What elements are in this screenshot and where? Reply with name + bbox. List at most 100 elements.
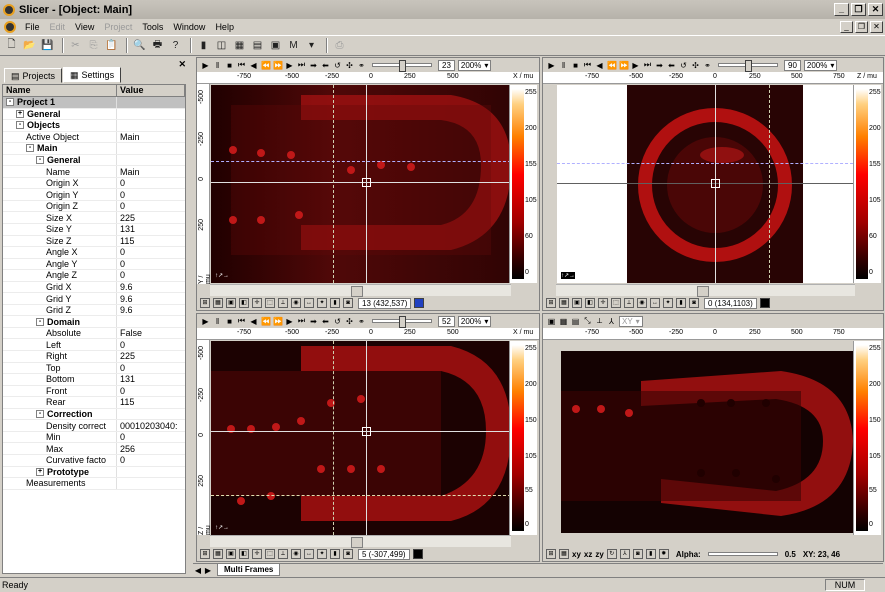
rewind-icon[interactable]: ⏪ [261, 317, 271, 326]
step-forward-icon[interactable]: ➡ [309, 61, 318, 70]
property-value[interactable]: 9.6 [117, 282, 185, 292]
select-icon[interactable]: ⬚ [265, 298, 275, 308]
prev-frame-icon[interactable]: ◀ [595, 61, 604, 70]
last-frame-icon[interactable]: ⏭ [297, 60, 306, 70]
play-icon[interactable]: ▶ [547, 61, 556, 70]
property-row[interactable]: + General [3, 108, 185, 121]
measure-icon[interactable]: ⟂ [595, 316, 604, 326]
property-value[interactable]: 0 [117, 363, 185, 373]
property-row[interactable]: Origin Z 0 [3, 200, 185, 213]
property-row[interactable]: Left 0 [3, 339, 185, 352]
panel-close-icon[interactable]: ✕ [178, 59, 186, 70]
frame-icon[interactable]: ▣ [572, 298, 582, 308]
property-row[interactable]: Right 225 [3, 351, 185, 363]
measure-icon[interactable]: ⟂ [278, 298, 288, 308]
property-row[interactable]: - Domain [3, 316, 185, 328]
stop-icon[interactable]: ■ [571, 61, 580, 70]
property-row[interactable]: Density correct 00010203040: [3, 420, 185, 432]
frame-number[interactable]: 23 [438, 59, 455, 71]
property-value[interactable]: Main [117, 167, 185, 177]
dropdown-icon[interactable]: ▾ [304, 38, 319, 53]
property-value[interactable]: Main [117, 132, 185, 142]
property-value[interactable]: 131 [117, 374, 185, 384]
range-icon[interactable]: ↔ [304, 298, 314, 308]
next-frame-icon[interactable]: ▶ [285, 317, 294, 326]
export-icon[interactable]: ⎙ [332, 38, 347, 53]
first-frame-icon[interactable]: ⏮ [237, 316, 246, 326]
rotate-icon[interactable]: ↻ [606, 549, 617, 559]
menu-window[interactable]: Window [168, 22, 210, 32]
view-zy-button[interactable]: zy [595, 550, 603, 559]
camera-icon[interactable]: ◙ [343, 298, 353, 308]
view-single-icon[interactable]: ▮ [196, 38, 211, 53]
print-icon[interactable]: 🖶 [150, 38, 165, 53]
tab-multi-frames[interactable]: Multi Frames [217, 564, 281, 576]
property-row[interactable]: - Objects [3, 120, 185, 132]
property-row[interactable]: - General [3, 154, 185, 167]
new-icon[interactable]: 🗋 [4, 38, 19, 53]
property-row[interactable]: Active Object Main [3, 131, 185, 144]
rewind-icon[interactable]: ⏪ [607, 61, 617, 70]
prev-frame-icon[interactable]: ◀ [249, 61, 258, 70]
property-value[interactable]: 115 [117, 236, 185, 246]
property-row[interactable]: Bottom 131 [3, 374, 185, 386]
forward-icon[interactable]: ⏩ [273, 61, 283, 70]
document-logo-icon[interactable] [4, 21, 16, 33]
zoom-icon[interactable]: ⤡ [583, 316, 592, 326]
property-value[interactable]: 9.6 [117, 305, 185, 315]
frame-icon[interactable]: ▣ [226, 298, 236, 308]
last-frame-icon[interactable]: ⏭ [643, 60, 652, 70]
property-value[interactable]: 0 [117, 340, 185, 350]
link-icon[interactable]: ⚭ [357, 61, 366, 70]
paste-icon[interactable]: 📋 [104, 38, 119, 53]
view-3d-icon[interactable]: ▣ [268, 38, 283, 53]
next-frame-icon[interactable]: ▶ [631, 61, 640, 70]
property-value[interactable]: 225 [117, 213, 185, 223]
fill-icon[interactable]: ◉ [291, 298, 301, 308]
property-row[interactable]: - Project 1 [3, 97, 185, 109]
slice-canvas[interactable]: ↑↗→ [211, 341, 511, 535]
axes-icon[interactable]: ⅄ [607, 317, 616, 326]
pick-icon[interactable]: ✦ [317, 298, 327, 308]
play-icon[interactable]: ▶ [201, 61, 210, 70]
property-row[interactable]: - Correction [3, 408, 185, 421]
cut-icon[interactable]: ✂ [68, 38, 83, 53]
mdi-minimize-button[interactable]: _ [840, 21, 853, 33]
menu-project[interactable]: Project [99, 22, 137, 32]
property-value[interactable]: 131 [117, 224, 185, 234]
rewind-icon[interactable]: ⏪ [261, 61, 271, 70]
grid-icon[interactable]: ▦ [559, 317, 568, 326]
expand-icon[interactable]: + [16, 109, 24, 118]
property-row[interactable]: Origin X 0 [3, 177, 185, 190]
layout-icon[interactable]: ◧ [239, 549, 249, 559]
camera-icon[interactable]: ◙ [343, 549, 353, 559]
frame-number[interactable]: 52 [438, 315, 455, 327]
range-icon[interactable]: ↔ [304, 549, 314, 559]
tab-settings[interactable]: ▦ Settings [63, 67, 122, 83]
maximize-button[interactable]: ❐ [851, 3, 866, 16]
view-grid-icon[interactable]: ▦ [232, 38, 247, 53]
render-canvas[interactable] [561, 351, 853, 533]
property-value[interactable]: 0 [117, 190, 185, 200]
stop-icon[interactable]: ■ [225, 317, 234, 326]
property-row[interactable]: Name Main [3, 166, 185, 178]
loop-icon[interactable]: ↺ [679, 61, 688, 70]
last-frame-icon[interactable]: ⏭ [297, 316, 306, 326]
menu-help[interactable]: Help [210, 22, 239, 32]
chart-icon[interactable]: ▮ [676, 298, 686, 308]
slice-canvas[interactable]: ↑↗→ [211, 85, 511, 283]
tools-icon[interactable]: ✣ [345, 317, 354, 326]
plane-select[interactable]: XY ▾ [619, 315, 643, 327]
menu-file[interactable]: File [20, 22, 45, 32]
property-row[interactable]: Front 0 [3, 385, 185, 398]
menu-edit[interactable]: Edit [45, 22, 71, 32]
property-row[interactable]: Grid X 9.6 [3, 281, 185, 294]
property-value[interactable]: 0 [117, 201, 185, 211]
slice-canvas[interactable]: ↑↗→ [557, 85, 853, 283]
mdi-restore-button[interactable]: ❐ [855, 21, 868, 33]
frame-number[interactable]: 90 [784, 59, 801, 71]
alpha-slider[interactable] [707, 552, 778, 556]
property-row[interactable]: Grid Y 9.6 [3, 293, 185, 305]
property-row[interactable]: Origin Y 0 [3, 189, 185, 201]
step-back-icon[interactable]: ⬅ [667, 61, 676, 70]
